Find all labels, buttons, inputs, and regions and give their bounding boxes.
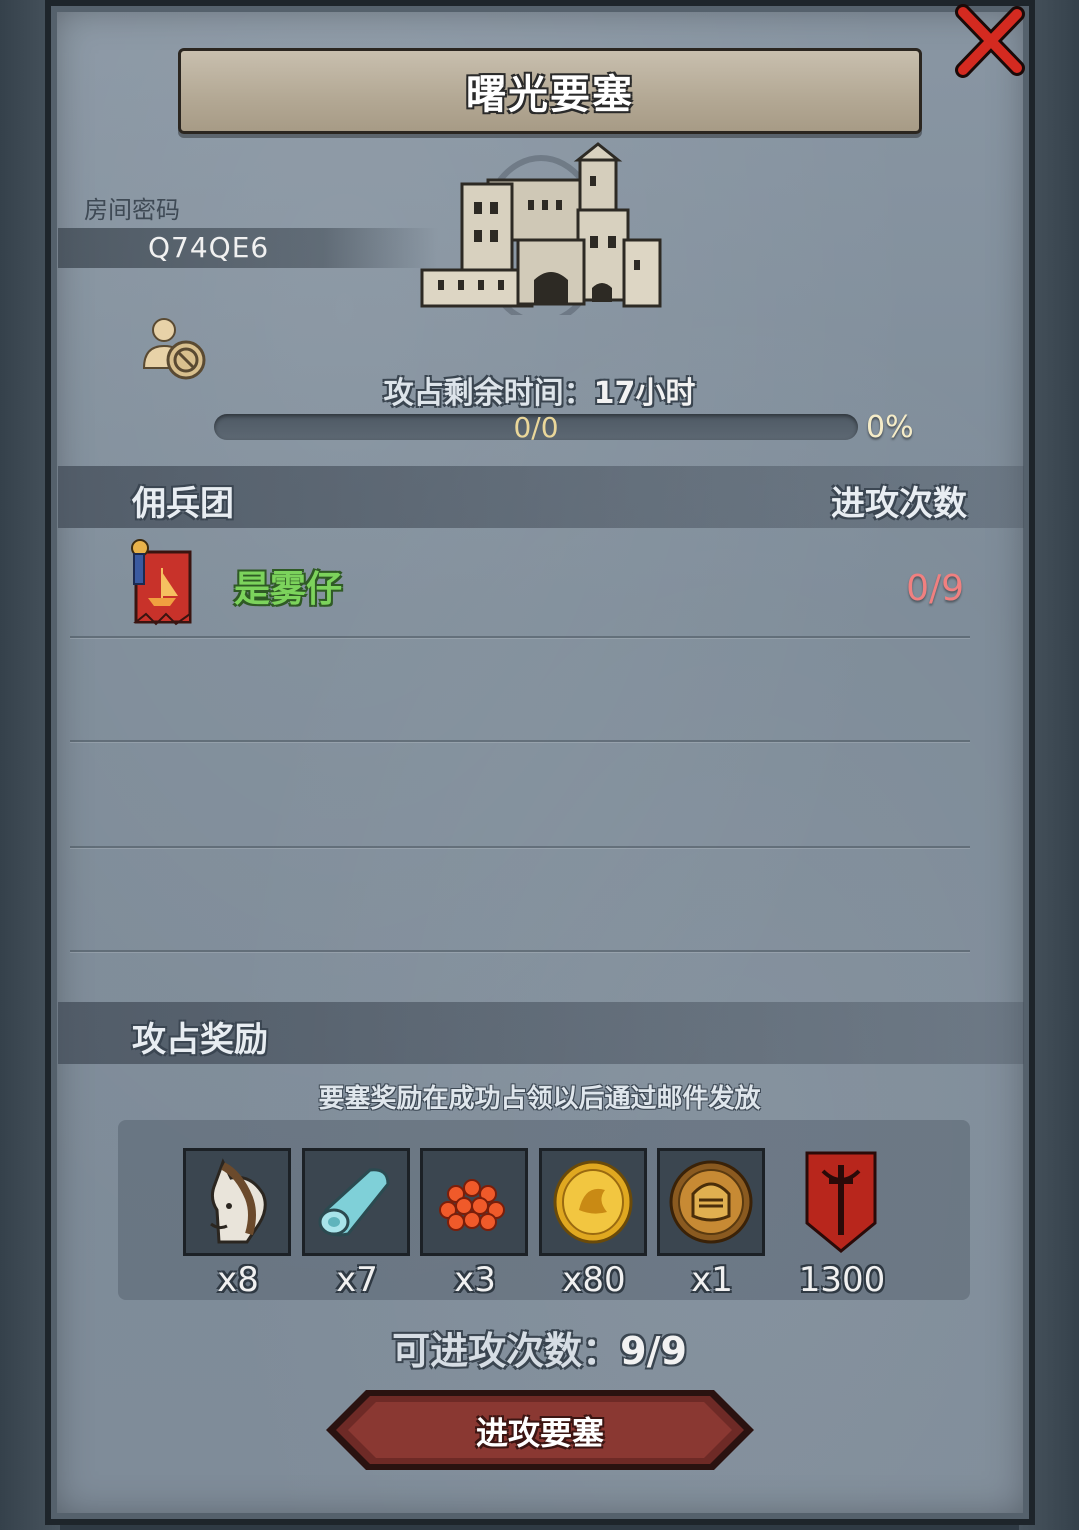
reward-quantity: x80 bbox=[562, 1260, 626, 1300]
room-password-label: 房间密码 bbox=[84, 196, 180, 224]
siege-time-value: 17小时 bbox=[593, 376, 696, 411]
siege-time-label: 攻占剩余时间： bbox=[383, 376, 594, 411]
reward-tile bbox=[539, 1148, 647, 1256]
gold-coin-icon bbox=[553, 1160, 633, 1244]
row-divider bbox=[70, 950, 970, 952]
guild-banner-icon bbox=[131, 539, 192, 626]
rewards-note: 要塞奖励在成功占领以后通过邮件发放 bbox=[318, 1084, 761, 1114]
row-divider bbox=[70, 636, 970, 638]
reward-tile bbox=[657, 1148, 765, 1256]
mercenary-header: 佣兵团 bbox=[132, 484, 234, 524]
title-banner: 曙光要塞 bbox=[178, 48, 922, 134]
reward-tile bbox=[420, 1148, 528, 1256]
reward-quantity: x7 bbox=[336, 1260, 378, 1300]
horse-icon bbox=[210, 1158, 267, 1244]
close-button[interactable] bbox=[949, 0, 1031, 82]
siege-progress-percent: 0% bbox=[866, 410, 914, 445]
knight-helmet-coin-icon bbox=[669, 1160, 753, 1244]
guild-name: 是雾仔 bbox=[234, 569, 343, 610]
mercenary-row[interactable]: 是雾仔 0/9 bbox=[70, 538, 980, 636]
siege-progress-bar: 0/0 bbox=[214, 411, 858, 444]
red-shield-sword-icon bbox=[805, 1151, 877, 1253]
close-x-icon bbox=[955, 4, 1025, 78]
reward-quantity: 1300 bbox=[798, 1260, 886, 1300]
row-divider bbox=[70, 846, 970, 848]
dialog-title: 曙光要塞 bbox=[466, 72, 634, 118]
siege-progress-count: 0/0 bbox=[513, 411, 559, 444]
reward-tile bbox=[183, 1148, 291, 1256]
attack-fortress-button[interactable]: 进攻要塞 bbox=[324, 1388, 756, 1472]
reward-item[interactable]: 1300 bbox=[787, 1148, 897, 1308]
attack-fortress-label: 进攻要塞 bbox=[475, 1414, 604, 1452]
room-password-value: Q74QE6 bbox=[148, 231, 270, 264]
reward-tile bbox=[302, 1148, 410, 1256]
rewards-header: 攻占奖励 bbox=[132, 1020, 268, 1060]
row-divider bbox=[70, 740, 970, 742]
reward-quantity: x3 bbox=[454, 1260, 496, 1300]
red-berries-icon bbox=[439, 1179, 505, 1231]
reward-item[interactable]: x80 bbox=[539, 1148, 649, 1308]
cloth-roll-icon bbox=[318, 1168, 390, 1237]
attack-count-header: 进攻次数 bbox=[831, 484, 967, 524]
reward-quantity: x1 bbox=[691, 1260, 733, 1300]
reward-item[interactable]: x1 bbox=[657, 1148, 767, 1308]
reward-item[interactable]: x7 bbox=[302, 1148, 412, 1308]
guild-attack-count: 0/9 bbox=[906, 568, 964, 609]
remaining-attempts-label: 可进攻次数： bbox=[392, 1329, 621, 1373]
reward-tile bbox=[787, 1148, 895, 1256]
siege-time-remaining: 攻占剩余时间：17小时 bbox=[0, 368, 1079, 412]
remaining-attempts-value: 9/9 bbox=[620, 1329, 687, 1373]
reward-item[interactable]: x3 bbox=[420, 1148, 530, 1308]
reward-quantity: x8 bbox=[217, 1260, 259, 1300]
fortress-castle-icon bbox=[420, 142, 662, 315]
remaining-attempts: 可进攻次数：9/9 bbox=[0, 1320, 1079, 1375]
reward-item[interactable]: x8 bbox=[183, 1148, 293, 1308]
